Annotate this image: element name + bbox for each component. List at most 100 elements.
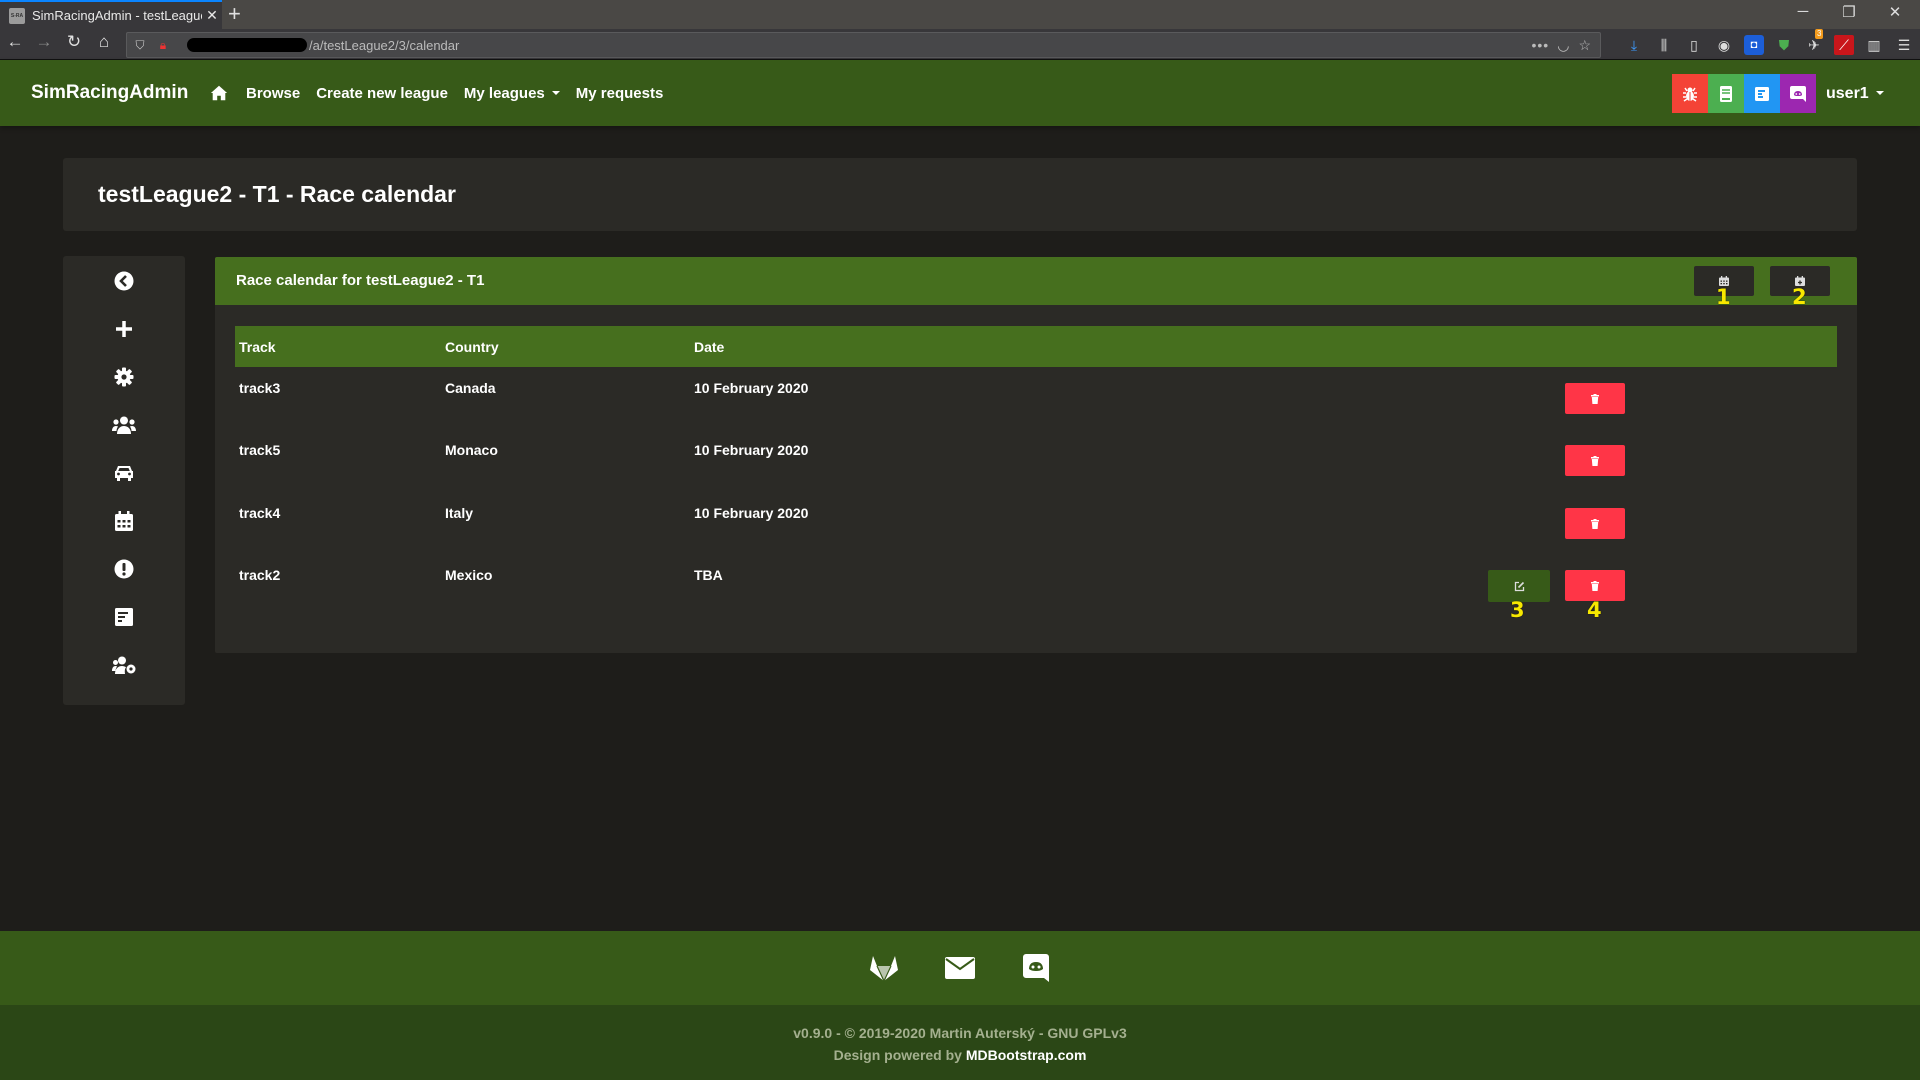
gitlab-icon — [870, 956, 898, 982]
trash-icon — [1591, 455, 1599, 466]
date-cell: TBA — [694, 567, 723, 583]
country-cell: Canada — [445, 380, 496, 396]
calendar-icon — [115, 511, 133, 531]
sidebar-item-back[interactable] — [109, 266, 139, 296]
window-close-icon[interactable]: ✕ — [1872, 3, 1918, 21]
copyright-text: v0.9.0 - © 2019-2020 Martin Auterský - G… — [793, 1025, 1127, 1041]
navbar-right: user1 — [1672, 74, 1884, 113]
back-icon — [114, 271, 134, 291]
date-cell: 10 February 2020 — [694, 505, 809, 521]
bookmark-star-icon[interactable]: ☆ — [1578, 37, 1592, 54]
country-cell: Monaco — [445, 442, 498, 458]
design-credit: Design powered by MDBootstrap.com — [0, 1044, 1920, 1066]
nav-my-requests[interactable]: My requests — [576, 85, 664, 102]
menu-icon[interactable]: ☰ — [1894, 35, 1914, 55]
track-cell: track3 — [239, 380, 281, 396]
sidebar-toggle-icon[interactable]: ▯ — [1684, 35, 1704, 55]
sidebar-item-results[interactable] — [109, 602, 139, 632]
footer-copyright: v0.9.0 - © 2019-2020 Martin Auterský - G… — [0, 1005, 1920, 1080]
report-bug-button[interactable] — [1672, 74, 1708, 113]
delete-race-button[interactable] — [1565, 445, 1625, 476]
footer-icons — [0, 931, 1920, 1005]
minimize-icon[interactable]: ─ — [1780, 3, 1826, 20]
race-calendar-card: Race calendar for testLeague2 - T1 1 2 T… — [215, 257, 1857, 653]
track-cell: track5 — [239, 442, 281, 458]
sidebar-item-drivers[interactable] — [109, 410, 139, 440]
table-row: track5 Monaco 10 February 2020 — [235, 432, 1837, 494]
annotation-label: 4 — [1587, 598, 1602, 622]
column-header-track: Track — [239, 339, 276, 355]
brand[interactable]: SimRacingAdmin — [31, 82, 188, 104]
home-icon[interactable] — [210, 84, 228, 102]
book-icon — [1720, 85, 1732, 102]
url-bar[interactable]: ⛉ 🔒︎ /a/testLeague2/3/calendar ••• ◡ ☆ — [126, 32, 1601, 58]
email-link[interactable] — [945, 953, 975, 983]
track-cell: track4 — [239, 505, 281, 521]
card-header: Race calendar for testLeague2 - T1 1 2 — [215, 257, 1857, 309]
download-icon[interactable]: ⤓ — [1624, 35, 1644, 55]
trash-icon — [1591, 518, 1599, 529]
users-icon — [112, 416, 136, 434]
restore-icon[interactable]: ❐ — [1826, 3, 1872, 21]
browser-toolbar: ← → ↻ ⌂ ⛉ 🔒︎ /a/testLeague2/3/calendar •… — [0, 29, 1920, 60]
page-title-card: testLeague2 - T1 - Race calendar — [63, 158, 1857, 231]
extension-badger-icon[interactable]: ✈ 3 — [1804, 29, 1824, 55]
users-cog-icon — [112, 656, 136, 674]
annotation-label: 1 — [1716, 285, 1731, 309]
page-actions-icon[interactable]: ••• — [1532, 37, 1550, 53]
delete-race-button[interactable] — [1565, 508, 1625, 539]
trash-icon — [1591, 393, 1599, 404]
annotation-label: 3 — [1510, 598, 1525, 622]
discord-button[interactable] — [1780, 74, 1816, 113]
reload-icon[interactable]: ↻ — [62, 32, 86, 52]
delete-race-button[interactable] — [1565, 383, 1625, 414]
country-cell: Italy — [445, 505, 474, 521]
fence-extension-icon[interactable]: ▥ — [1864, 35, 1884, 55]
browser-tab[interactable]: S-RA SimRacingAdmin - testLeague2 ✕ — [0, 0, 222, 29]
changelog-button[interactable] — [1744, 74, 1780, 113]
sidebar-item-add[interactable] — [109, 314, 139, 344]
close-tab-icon[interactable]: ✕ — [202, 7, 222, 24]
nav-browse[interactable]: Browse — [246, 85, 300, 102]
bug-icon — [1683, 87, 1697, 102]
envelope-icon — [945, 957, 975, 979]
table-row: track3 Canada 10 February 2020 — [235, 370, 1837, 432]
changelog-icon — [1755, 86, 1769, 101]
sidebar-item-cars[interactable] — [109, 458, 139, 488]
footer: v0.9.0 - © 2019-2020 Martin Auterský - G… — [0, 931, 1920, 1080]
sidebar-item-settings[interactable] — [109, 362, 139, 392]
wand-extension-icon[interactable]: ⟋ — [1834, 35, 1854, 55]
pocket-icon[interactable]: ◡ — [1557, 37, 1570, 54]
user-menu-dropdown[interactable]: user1 — [1826, 85, 1884, 103]
track-cell: track2 — [239, 567, 281, 583]
design-prefix: Design powered by — [833, 1047, 962, 1063]
sidebar-item-penalties[interactable] — [109, 554, 139, 584]
tracking-shield-icon[interactable]: ⛉ — [127, 38, 153, 53]
column-header-country: Country — [445, 339, 499, 355]
gitlab-link[interactable] — [869, 953, 899, 983]
gear-icon — [114, 367, 134, 387]
new-tab-button[interactable]: + — [228, 2, 241, 26]
back-arrow-icon[interactable]: ← — [3, 32, 27, 52]
redacted-host — [187, 38, 307, 52]
adguard-extension-icon[interactable]: ⛊ — [1774, 35, 1794, 55]
account-icon[interactable]: ◉ — [1714, 35, 1734, 55]
sidebar-item-admins[interactable] — [109, 650, 139, 680]
forward-arrow-icon[interactable]: → — [32, 32, 56, 52]
edit-icon — [1514, 581, 1524, 591]
library-icon[interactable]: ⫼ — [1654, 35, 1674, 55]
table-row: track4 Italy 10 February 2020 — [235, 495, 1837, 557]
bitwarden-extension-icon[interactable]: ◘ — [1744, 35, 1764, 55]
insecure-lock-icon[interactable]: 🔒︎ — [153, 38, 173, 53]
delete-race-button[interactable] — [1565, 570, 1625, 601]
annotation-label: 2 — [1792, 285, 1807, 309]
home-icon[interactable]: ⌂ — [92, 32, 116, 52]
nav-create-league[interactable]: Create new league — [316, 85, 448, 102]
mdbootstrap-link[interactable]: MDBootstrap.com — [966, 1047, 1087, 1063]
navbar: SimRacingAdmin Browse Create new league … — [0, 60, 1920, 126]
nav-my-leagues-dropdown[interactable]: My leagues — [464, 85, 560, 102]
sidebar-item-calendar[interactable] — [109, 506, 139, 536]
discord-link[interactable] — [1021, 953, 1051, 983]
table-row: track2 Mexico TBA 3 4 — [235, 557, 1837, 622]
docs-button[interactable] — [1708, 74, 1744, 113]
